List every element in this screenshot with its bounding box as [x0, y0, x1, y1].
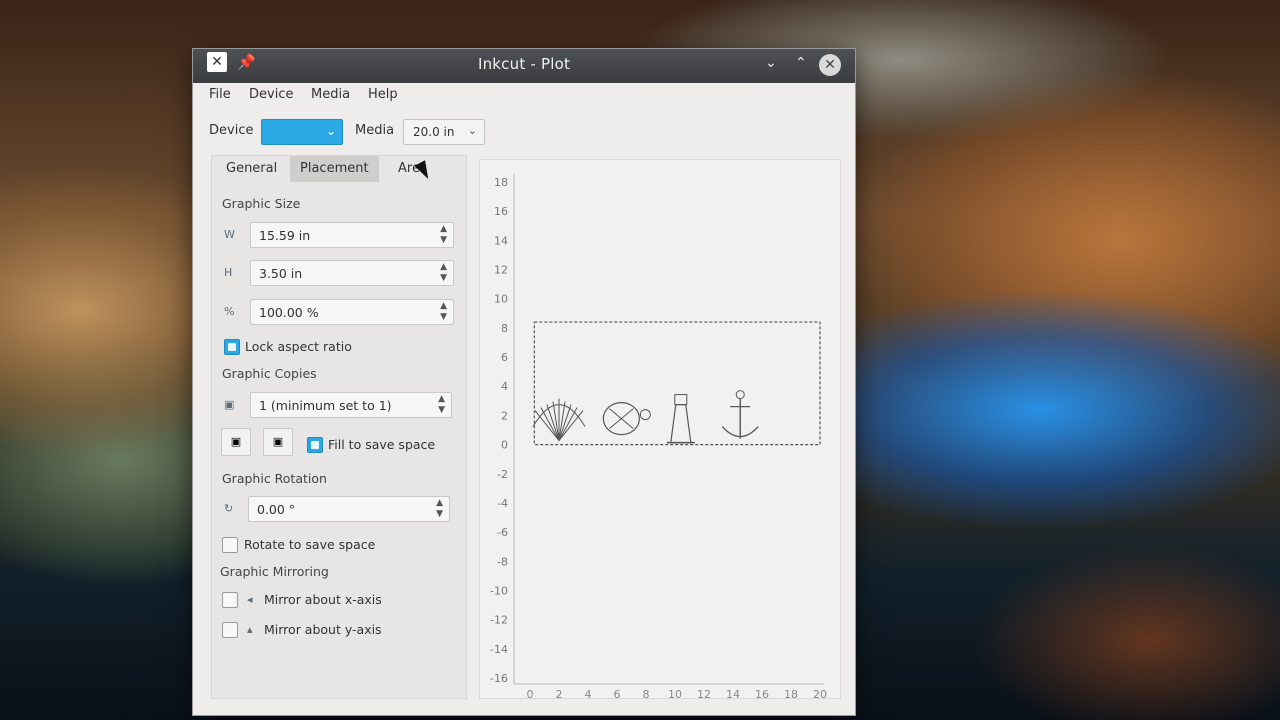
chevron-down-icon[interactable]: ⌄	[765, 55, 777, 71]
lock-aspect-checkbox[interactable]	[224, 339, 240, 355]
media-value: 20.0 in	[413, 125, 455, 139]
tab-general-label: General	[226, 161, 278, 176]
y-tick-label: -4	[497, 497, 508, 510]
window-title: Inkcut - Plot	[477, 55, 571, 73]
y-tick-label: -6	[497, 526, 508, 539]
height-icon: H	[224, 266, 233, 279]
add-copy-button[interactable]: ▣	[221, 428, 251, 456]
graphic-bounding-box	[533, 321, 821, 446]
rotate-space-label: Rotate to save space	[244, 537, 376, 552]
fill-space-checkbox[interactable]	[307, 437, 323, 453]
x-tick-label: 6	[614, 688, 621, 700]
lighthouse-motif-tower	[670, 403, 692, 444]
y-tick-label: -16	[490, 672, 508, 685]
x-tick-label: 4	[585, 688, 592, 700]
height-spinbox[interactable]: 3.50 in ▲ ▼	[250, 260, 454, 286]
plot-preview[interactable]: 18 16 14 12 10 8 6 4 2 0 -2 -4 -6 -8 -10 -12 -14 -16 0 2 4 6 8…	[479, 159, 842, 700]
mirror-y-label: Mirror about y-axis	[264, 622, 382, 637]
graphic-copies-heading: Graphic Copies	[222, 366, 317, 381]
turtle-motif-head	[639, 409, 651, 421]
x-tick-label: 0	[527, 688, 534, 700]
menu-help[interactable]: Help	[368, 87, 398, 102]
remove-copy-button[interactable]: ▣	[263, 428, 293, 456]
scale-icon: %	[224, 305, 235, 318]
fill-space-label: Fill to save space	[328, 437, 436, 452]
x-tick-label: 12	[697, 688, 711, 700]
menu-file[interactable]: File	[209, 87, 231, 102]
y-tick-label: -8	[497, 555, 508, 568]
width-spinbox[interactable]: 15.59 in ▲ ▼	[250, 222, 454, 248]
menu-device[interactable]: Device	[249, 87, 293, 102]
media-label: Media	[355, 123, 395, 138]
lock-aspect-label: Lock aspect ratio	[245, 339, 352, 354]
x-tick-label: 8	[643, 688, 650, 700]
tab-placement[interactable]: Placement	[290, 156, 379, 182]
mirror-x-checkbox[interactable]	[222, 592, 238, 608]
chevron-down-icon: ⌄	[325, 124, 336, 138]
y-tick-label: 8	[501, 322, 508, 335]
y-tick-label: 16	[494, 205, 508, 218]
copies-spinbox[interactable]: 1 (minimum set to 1) ▲ ▼	[250, 392, 452, 418]
scale-value: 100.00 %	[259, 305, 319, 320]
mirror-y-checkbox[interactable]	[222, 622, 238, 638]
y-tick-label: 6	[501, 351, 508, 364]
spin-arrows-icon[interactable]: ▲ ▼	[440, 301, 447, 323]
device-label: Device	[209, 123, 254, 138]
rotation-icon: ↻	[224, 502, 234, 515]
graphic-size-heading: Graphic Size	[222, 196, 301, 211]
x-tick-label: 2	[556, 688, 563, 700]
x-tick-label: 18	[784, 688, 798, 700]
mirror-y-icon: ▴	[247, 623, 253, 636]
mirror-x-label: Mirror about x-axis	[264, 592, 382, 607]
spin-arrows-icon[interactable]: ▲ ▼	[438, 394, 445, 416]
turtle-motif-pattern	[609, 408, 634, 429]
x-tick-label: 20	[813, 688, 827, 700]
copies-icon: ▣	[224, 398, 235, 411]
y-tick-label: 2	[501, 409, 508, 422]
spin-arrows-icon[interactable]: ▲ ▼	[436, 498, 443, 520]
menubar: File Device Media Help	[193, 85, 855, 109]
graphic-rotation-heading: Graphic Rotation	[222, 471, 327, 486]
chevron-down-icon: ⌄	[467, 124, 477, 137]
graphic-mirroring-heading: Graphic Mirroring	[220, 564, 329, 579]
menu-media[interactable]: Media	[311, 87, 350, 102]
x-tick-label: 14	[726, 688, 740, 700]
spin-arrows-icon[interactable]: ▲ ▼	[440, 262, 447, 284]
y-tick-label: -14	[490, 643, 508, 656]
device-select[interactable]: ⌄	[261, 119, 343, 145]
close-icon[interactable]: ✕	[819, 54, 841, 76]
y-tick-label: -12	[490, 614, 508, 627]
settings-panel: General Placement Are Graphic Size W 15.…	[211, 155, 467, 699]
width-value: 15.59 in	[259, 228, 311, 243]
inkcut-plot-window: ✕ 📌 Inkcut - Plot ⌄ ⌃ ✕ File Device Medi…	[192, 48, 856, 716]
copies-value: 1 (minimum set to 1)	[259, 398, 392, 413]
y-tick-label: 18	[494, 176, 508, 189]
y-tick-label: 4	[501, 380, 508, 393]
anchor-motif-ring	[735, 390, 745, 400]
chevron-up-icon[interactable]: ⌃	[795, 55, 807, 71]
rotation-value: 0.00 °	[257, 502, 296, 517]
tab-placement-label: Placement	[300, 161, 369, 176]
width-icon: W	[224, 228, 235, 241]
scale-spinbox[interactable]: 100.00 % ▲ ▼	[250, 299, 454, 325]
rotate-space-checkbox[interactable]	[222, 537, 238, 553]
height-value: 3.50 in	[259, 266, 303, 281]
x-tick-label: 10	[668, 688, 682, 700]
media-select[interactable]: 20.0 in ⌄	[403, 119, 485, 145]
y-tick-label: -10	[490, 584, 508, 597]
lighthouse-motif-lamp	[674, 394, 688, 406]
rotation-spinbox[interactable]: 0.00 ° ▲ ▼	[248, 496, 450, 522]
device-toolbar: Device ⌄ Media 20.0 in ⌄	[193, 117, 855, 147]
y-tick-label: 0	[501, 439, 508, 452]
plot-canvas[interactable]: 181614121086420-2-4-6-8-10-12-14-160 2 4 6 8…	[480, 160, 842, 700]
titlebar[interactable]: ✕ 📌 Inkcut - Plot ⌄ ⌃ ✕	[193, 49, 855, 83]
tab-general[interactable]: General	[216, 156, 287, 182]
y-tick-label: -2	[497, 468, 508, 481]
y-tick-label: 10	[494, 293, 508, 306]
spin-arrows-icon[interactable]: ▲ ▼	[440, 224, 447, 246]
x-tick-label: 16	[755, 688, 769, 700]
y-tick-label: 12	[494, 264, 508, 277]
y-tick-label: 14	[494, 234, 508, 247]
mirror-x-icon: ◂	[247, 593, 253, 606]
